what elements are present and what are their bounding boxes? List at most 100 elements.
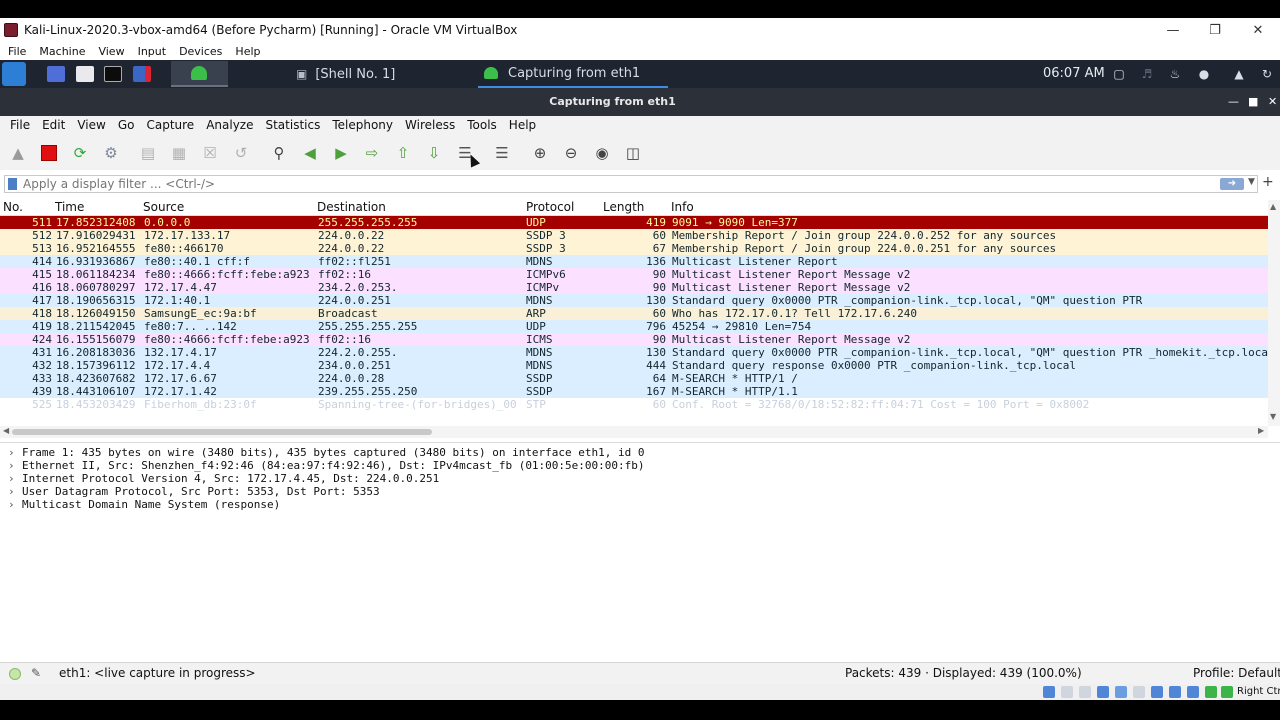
packet-list-vscrollbar[interactable]: ▲ ▼ — [1268, 200, 1280, 426]
ws-maximize-icon[interactable]: ■ — [1248, 95, 1258, 108]
col-time[interactable]: Time — [55, 200, 84, 214]
restart-capture-icon[interactable]: ⟳ — [69, 142, 91, 164]
display-filter-input[interactable] — [23, 176, 1203, 192]
packet-row[interactable]: 414 16.931936867 fe80::40.1 cff:f ff02::fl2… — [0, 255, 1268, 268]
volume-icon[interactable]: ♬ — [1140, 67, 1154, 81]
menu-go[interactable]: Go — [118, 118, 135, 132]
go-back-icon[interactable]: ◀ — [299, 142, 321, 164]
profile-label[interactable]: Profile: Default — [1193, 666, 1280, 680]
packet-row[interactable]: 417 18.190656315 172.1:40.1 224.0.0.251 MDNS… — [0, 294, 1268, 307]
packet-list[interactable]: 511 17.852312408 0.0.0.0 255.255.255.255 UDP… — [0, 216, 1268, 426]
packet-row[interactable]: 416 18.060780297 172.17.4.47 234.2.0.253. IC… — [0, 281, 1268, 294]
packet-row[interactable]: 415 18.061184234 fe80::4666:fcff:febe:a923… — [0, 268, 1268, 281]
packet-row[interactable]: 439 18.443106107 172.17.1.42 239.255.255.25… — [0, 385, 1268, 398]
minimize-icon[interactable]: — — [1152, 18, 1194, 42]
save-file-icon[interactable]: ▦ — [168, 142, 190, 164]
detail-udp[interactable]: › User Datagram Protocol, Src Port: 5353,… — [8, 485, 380, 498]
file-manager-icon[interactable] — [76, 66, 94, 82]
vbox-menu-devices[interactable]: Devices — [179, 45, 222, 58]
col-source[interactable]: Source — [143, 200, 184, 214]
detail-ethernet[interactable]: › Ethernet II, Src: Shenzhen_f4:92:46 (84… — [8, 459, 645, 472]
reload-icon[interactable]: ↺ — [230, 142, 252, 164]
expand-triangle-icon[interactable]: › — [8, 498, 22, 511]
expand-triangle-icon[interactable]: › — [8, 446, 22, 459]
usb-icon[interactable] — [1115, 686, 1127, 698]
ws-minimize-icon[interactable]: — — [1228, 95, 1239, 108]
menu-file[interactable]: File — [10, 118, 30, 132]
packet-row[interactable]: 419 18.211542045 fe80:7.. ..142 255.255.255… — [0, 320, 1268, 333]
col-info[interactable]: Info — [671, 200, 694, 214]
vbox-menu-input[interactable]: Input — [138, 45, 166, 58]
colorize-icon[interactable]: ☰ — [491, 142, 513, 164]
menu-statistics[interactable]: Statistics — [265, 118, 320, 132]
last-packet-icon[interactable]: ⇩ — [423, 142, 445, 164]
recording-icon[interactable] — [1169, 686, 1181, 698]
packet-row[interactable]: 432 18.157396112 172.17.4.4 234.0.0.251 MDNS… — [0, 359, 1268, 372]
scroll-down-icon[interactable]: ▼ — [1270, 412, 1276, 421]
display-icon[interactable]: ▢ — [1112, 67, 1126, 81]
vbox-menu-machine[interactable]: Machine — [39, 45, 85, 58]
normal-size-icon[interactable]: ◉ — [591, 142, 613, 164]
lock-icon[interactable]: ▲ — [1232, 67, 1246, 81]
col-protocol[interactable]: Protocol — [526, 200, 574, 214]
menu-edit[interactable]: Edit — [42, 118, 65, 132]
capture-options-icon[interactable]: ⚙ — [100, 142, 122, 164]
packet-row[interactable]: 525 18.453203429 Fiberhom_db:23:0f Spanning… — [0, 398, 1268, 411]
resize-columns-icon[interactable]: ◫ — [622, 142, 644, 164]
vbox-menu-file[interactable]: File — [8, 45, 26, 58]
col-length[interactable]: Length — [603, 200, 644, 214]
scroll-left-icon[interactable]: ◀ — [3, 426, 9, 435]
capture-comment-icon[interactable]: ✎ — [31, 666, 41, 680]
mouse-integration-icon[interactable] — [1221, 686, 1233, 698]
menu-wireless[interactable]: Wireless — [405, 118, 455, 132]
close-file-icon[interactable]: ☒ — [199, 142, 221, 164]
expand-triangle-icon[interactable]: › — [8, 485, 22, 498]
first-packet-icon[interactable]: ⇧ — [392, 142, 414, 164]
network-icon[interactable] — [1097, 686, 1109, 698]
menu-telephony[interactable]: Telephony — [332, 118, 393, 132]
packet-row[interactable]: 418 18.126049150 SamsungE_ec:9a:bf Broadcas… — [0, 307, 1268, 320]
zoom-out-icon[interactable]: ⊖ — [560, 142, 582, 164]
optical-drive-icon[interactable] — [1061, 686, 1073, 698]
wireshark-launcher[interactable] — [171, 61, 228, 87]
guest-additions-icon[interactable] — [1205, 686, 1217, 698]
packet-list-hscrollbar[interactable]: ◀ ▶ — [0, 426, 1268, 438]
power-icon[interactable]: ● — [1197, 67, 1211, 81]
vbox-menu-help[interactable]: Help — [235, 45, 260, 58]
detail-mdns[interactable]: › Multicast Domain Name System (response) — [8, 498, 280, 511]
expert-info-icon[interactable] — [9, 668, 21, 680]
col-destination[interactable]: Destination — [317, 200, 386, 214]
packet-row[interactable]: 512 17.916029431 172.17.133.17 224.0.0.22 SS… — [0, 229, 1268, 242]
vbox-menu-view[interactable]: View — [98, 45, 124, 58]
menu-help[interactable]: Help — [509, 118, 536, 132]
ws-close-icon[interactable]: ✕ — [1268, 95, 1277, 108]
kali-menu-icon[interactable] — [2, 62, 26, 86]
stop-capture-button[interactable] — [38, 142, 60, 164]
find-packet-icon[interactable]: ⚲ — [268, 142, 290, 164]
go-forward-icon[interactable]: ▶ — [330, 142, 352, 164]
notification-bell-icon[interactable]: ♨ — [1168, 67, 1182, 81]
packet-row[interactable]: 431 16.208183036 132.17.4.17 224.2.0.255. MD… — [0, 346, 1268, 359]
display-settings-icon[interactable] — [1151, 686, 1163, 698]
menu-view[interactable]: View — [77, 118, 105, 132]
packet-row[interactable]: 513 16.952164555 fe80::466170 224.0.0.22 SSD… — [0, 242, 1268, 255]
packet-row[interactable]: 511 17.852312408 0.0.0.0 255.255.255.255 UDP… — [0, 216, 1268, 229]
zoom-in-icon[interactable]: ⊕ — [529, 142, 551, 164]
workspace-icon[interactable] — [47, 66, 65, 82]
audio-icon[interactable] — [1079, 686, 1091, 698]
open-file-icon[interactable]: ▤ — [137, 142, 159, 164]
expand-triangle-icon[interactable]: › — [8, 459, 22, 472]
task-shell[interactable]: ▣ [Shell No. 1] — [296, 60, 476, 88]
browser-icon[interactable] — [133, 66, 151, 82]
task-capturing[interactable]: Capturing from eth1 — [478, 60, 668, 88]
close-icon[interactable]: ✕ — [1237, 18, 1279, 42]
hdd-icon[interactable] — [1043, 686, 1055, 698]
apply-filter-arrow-icon[interactable]: ➜ — [1220, 178, 1244, 190]
menu-tools[interactable]: Tools — [467, 118, 497, 132]
expand-triangle-icon[interactable]: › — [8, 472, 22, 485]
scroll-right-icon[interactable]: ▶ — [1258, 426, 1264, 435]
detail-frame[interactable]: › Frame 1: 435 bytes on wire (3480 bits),… — [8, 446, 645, 459]
refresh-icon[interactable]: ↻ — [1260, 67, 1274, 81]
shark-fin-start-icon[interactable]: ▲ — [7, 142, 29, 164]
terminal-icon[interactable] — [104, 66, 122, 82]
